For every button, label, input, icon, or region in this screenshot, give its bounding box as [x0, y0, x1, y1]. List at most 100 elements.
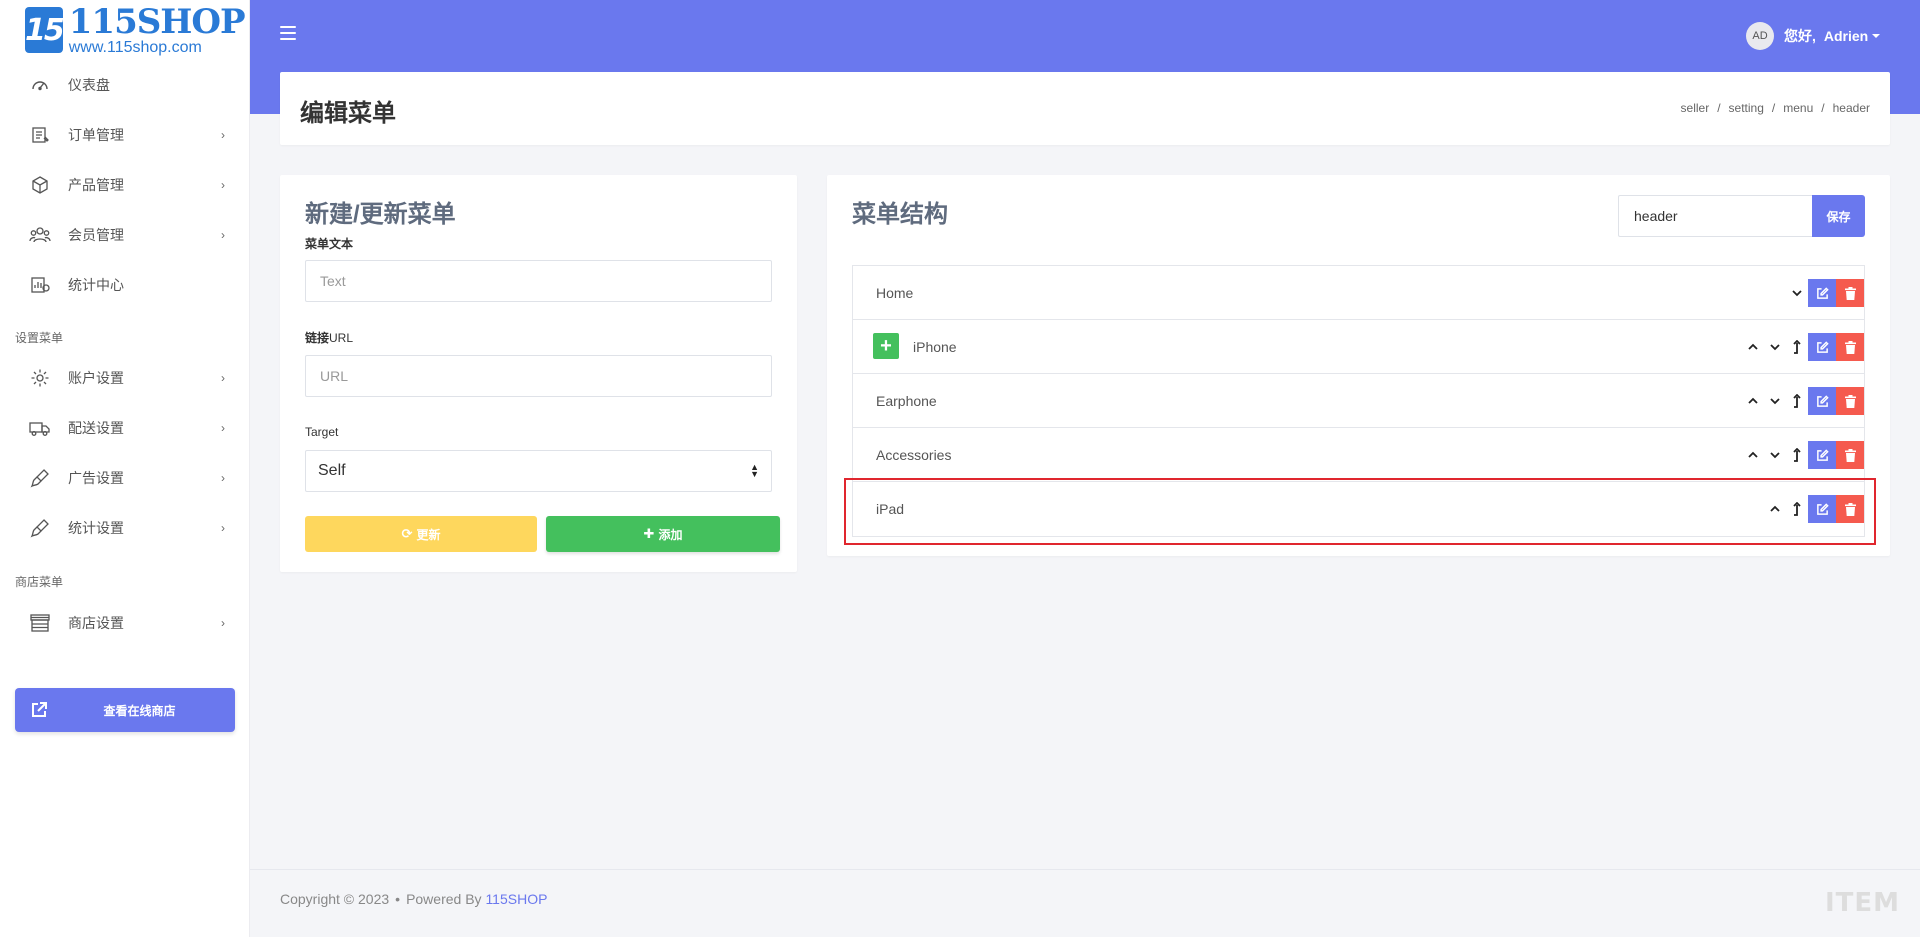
footer-brand-link[interactable]: 115SHOP: [485, 891, 547, 907]
username: Adrien: [1823, 28, 1869, 44]
sidebar-item-label: 账户设置: [68, 370, 124, 386]
box-icon: [29, 174, 51, 196]
menu-item-row[interactable]: Home: [853, 266, 1864, 320]
trash-icon[interactable]: [1836, 387, 1864, 415]
trash-icon[interactable]: [1836, 333, 1864, 361]
avatar: AD: [1746, 22, 1774, 50]
menu-item-row[interactable]: iPad: [853, 482, 1864, 536]
logo-url: www.115shop.com: [68, 38, 202, 56]
brush-icon: [29, 517, 51, 539]
breadcrumb-item: header: [1832, 101, 1870, 115]
save-button[interactable]: 保存: [1812, 195, 1865, 237]
chevron-right-icon: ›: [221, 616, 225, 630]
breadcrumb-separator: /: [1821, 101, 1825, 115]
sidebar-item-shipping-settings[interactable]: 配送设置 ›: [0, 408, 250, 448]
sidebar-item-dashboard[interactable]: 仪表盘: [0, 65, 250, 105]
move-down-icon[interactable]: [1786, 279, 1808, 307]
logo-mark-text: 15: [25, 12, 65, 48]
sidebar-item-ad-settings[interactable]: 广告设置 ›: [0, 458, 250, 498]
menu-toggle-icon[interactable]: [280, 26, 296, 40]
truck-icon: [29, 417, 51, 439]
target-select[interactable]: Self ▲ ▼: [305, 450, 772, 492]
menu-item-label: Earphone: [876, 393, 937, 409]
breadcrumb-item[interactable]: menu: [1783, 101, 1813, 115]
edit-icon[interactable]: [1808, 495, 1836, 523]
breadcrumb-item[interactable]: setting: [1729, 101, 1764, 115]
breadcrumb-separator: /: [1771, 101, 1776, 115]
move-down-icon[interactable]: [1764, 387, 1786, 415]
page-title: 编辑菜单: [300, 100, 396, 127]
sort-arrows-icon: ▲ ▼: [750, 462, 759, 479]
edit-icon[interactable]: [1808, 333, 1836, 361]
menu-text-input[interactable]: [305, 260, 772, 302]
sidebar-item-members[interactable]: 会员管理 ›: [0, 215, 250, 255]
add-child-button[interactable]: +: [873, 333, 899, 359]
caret-down-icon: [1872, 34, 1881, 38]
brush-icon: [29, 467, 51, 489]
sidebar-item-account-settings[interactable]: 账户设置 ›: [0, 358, 250, 398]
sidebar-item-label: 会员管理: [68, 227, 124, 243]
user-menu[interactable]: AD 您好, Adrien: [1746, 22, 1881, 50]
trash-icon[interactable]: [1836, 279, 1864, 307]
add-button[interactable]: ✚ 添加: [546, 516, 780, 552]
move-up-icon[interactable]: [1764, 495, 1786, 523]
stats-icon: [29, 274, 51, 296]
sidebar-item-products[interactable]: 产品管理 ›: [0, 165, 250, 205]
sidebar-item-label: 仪表盘: [68, 77, 110, 93]
menu-url-input[interactable]: [305, 355, 772, 397]
menu-list: Home + iPhone Earphone Accessories iPad: [852, 265, 1865, 537]
chevron-right-icon: ›: [221, 471, 225, 485]
menu-structure-title: 菜单结构: [852, 201, 948, 228]
chevron-right-icon: ›: [221, 228, 225, 242]
sidebar-item-label: 商店设置: [68, 615, 124, 631]
footer: Copyright © 2023 • Powered By 115SHOP ITEM: [250, 869, 1920, 937]
sidebar-item-orders[interactable]: 订单管理 ›: [0, 115, 250, 155]
form-title: 新建/更新菜单: [305, 201, 456, 228]
url-field-label: 链接URL: [305, 331, 354, 345]
menu-name-input[interactable]: [1618, 195, 1812, 237]
move-down-icon[interactable]: [1764, 441, 1786, 469]
breadcrumb-item[interactable]: seller: [1681, 101, 1710, 115]
outdent-arrow-icon[interactable]: [1786, 441, 1808, 469]
trash-icon[interactable]: [1836, 441, 1864, 469]
section-shop-heading: 商店菜单: [15, 575, 64, 589]
refresh-icon: ⟳: [401, 526, 413, 541]
users-icon: [29, 224, 51, 246]
dashboard-icon: [29, 74, 51, 96]
menu-item-row[interactable]: Accessories: [853, 428, 1864, 482]
chevron-right-icon: ›: [221, 128, 225, 142]
trash-icon[interactable]: [1836, 495, 1864, 523]
outdent-arrow-icon[interactable]: [1786, 387, 1808, 415]
sidebar-item-label: 配送设置: [68, 420, 124, 436]
move-up-icon[interactable]: [1742, 387, 1764, 415]
menu-item-row[interactable]: + iPhone: [853, 320, 1864, 374]
move-up-icon[interactable]: [1742, 333, 1764, 361]
sidebar-item-label: 产品管理: [68, 177, 124, 193]
sidebar-item-stats-settings[interactable]: 统计设置 ›: [0, 508, 250, 548]
page-title-card: 编辑菜单 seller / setting / menu / header: [280, 72, 1890, 145]
store-icon: [29, 612, 51, 634]
chevron-right-icon: ›: [221, 521, 225, 535]
logo-name: 115SHOP: [68, 1, 246, 42]
outdent-arrow-icon[interactable]: [1786, 333, 1808, 361]
logo[interactable]: 15 115SHOP www.115shop.com: [25, 4, 246, 56]
edit-icon[interactable]: [1808, 387, 1836, 415]
sidebar-item-stats[interactable]: 统计中心: [0, 265, 250, 305]
text-field-label: 菜单文本: [305, 237, 354, 251]
edit-icon[interactable]: [1808, 279, 1836, 307]
menu-item-label: Accessories: [876, 447, 952, 463]
external-link-icon: [29, 700, 49, 725]
view-online-store-button[interactable]: 查看在线商店: [15, 688, 235, 732]
outdent-arrow-icon[interactable]: [1786, 495, 1808, 523]
menu-item-label: iPhone: [913, 339, 957, 355]
move-down-icon[interactable]: [1764, 333, 1786, 361]
menu-item-label: iPad: [876, 501, 905, 517]
update-button[interactable]: ⟳ 更新: [305, 516, 537, 552]
move-up-icon[interactable]: [1742, 441, 1764, 469]
edit-icon[interactable]: [1808, 441, 1836, 469]
menu-item-row[interactable]: Earphone: [853, 374, 1864, 428]
sidebar: 15 115SHOP www.115shop.com 仪表盘 订单管理 › 产品…: [0, 0, 250, 937]
breadcrumb-separator: /: [1717, 101, 1721, 115]
chevron-right-icon: ›: [221, 178, 225, 192]
sidebar-item-store-settings[interactable]: 商店设置 ›: [0, 603, 250, 643]
